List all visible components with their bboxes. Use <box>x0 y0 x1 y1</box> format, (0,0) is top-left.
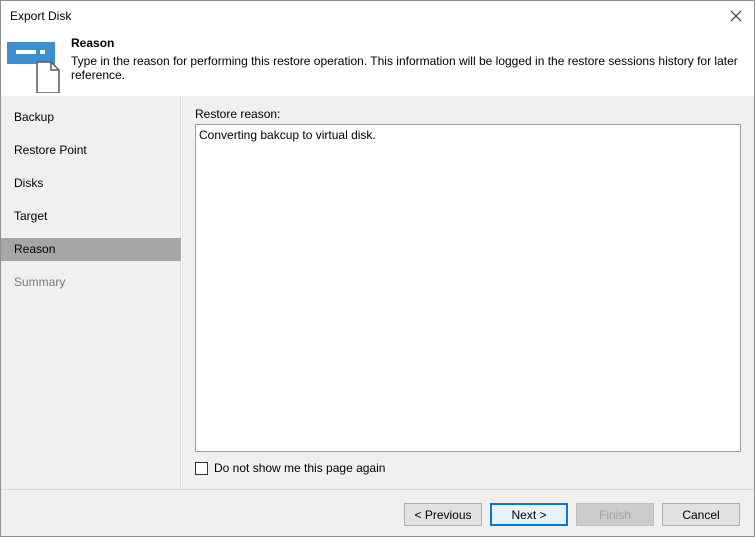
close-button[interactable] <box>722 3 750 29</box>
step-description: Type in the reason for performing this r… <box>71 54 738 82</box>
next-button[interactable]: Next > <box>490 503 568 526</box>
do-not-show-label: Do not show me this page again <box>214 461 386 475</box>
window-title: Export Disk <box>10 9 72 23</box>
sidebar-item-restore-point[interactable]: Restore Point <box>1 139 181 162</box>
wizard-footer: < Previous Next > Finish Cancel <box>1 489 754 536</box>
restore-reason-textarea[interactable] <box>195 124 741 452</box>
sidebar-item-summary: Summary <box>14 275 66 289</box>
do-not-show-checkbox-row[interactable]: Do not show me this page again <box>195 461 385 475</box>
close-icon <box>730 10 742 22</box>
do-not-show-checkbox[interactable] <box>195 461 208 475</box>
export-disk-icon <box>7 37 63 94</box>
sidebar-item-backup[interactable]: Backup <box>1 106 181 129</box>
sidebar-item-disks[interactable]: Disks <box>1 172 181 195</box>
title-bar: Export Disk <box>1 1 754 32</box>
previous-button[interactable]: < Previous <box>404 503 482 526</box>
wizard-header: Reason Type in the reason for performing… <box>1 32 754 96</box>
restore-reason-label: Restore reason: <box>195 107 281 121</box>
export-disk-window: Export Disk Reason Type in the reason fo… <box>0 0 755 537</box>
sidebar-item-reason[interactable]: Reason <box>1 238 181 261</box>
cancel-button[interactable]: Cancel <box>662 503 740 526</box>
step-title: Reason <box>71 36 115 50</box>
sidebar-item-target[interactable]: Target <box>1 205 181 228</box>
wizard-steps-sidebar: Backup Restore Point Disks Target Reason… <box>1 96 181 489</box>
reason-panel: Restore reason: Do not show me this page… <box>182 96 754 489</box>
finish-button: Finish <box>576 503 654 526</box>
